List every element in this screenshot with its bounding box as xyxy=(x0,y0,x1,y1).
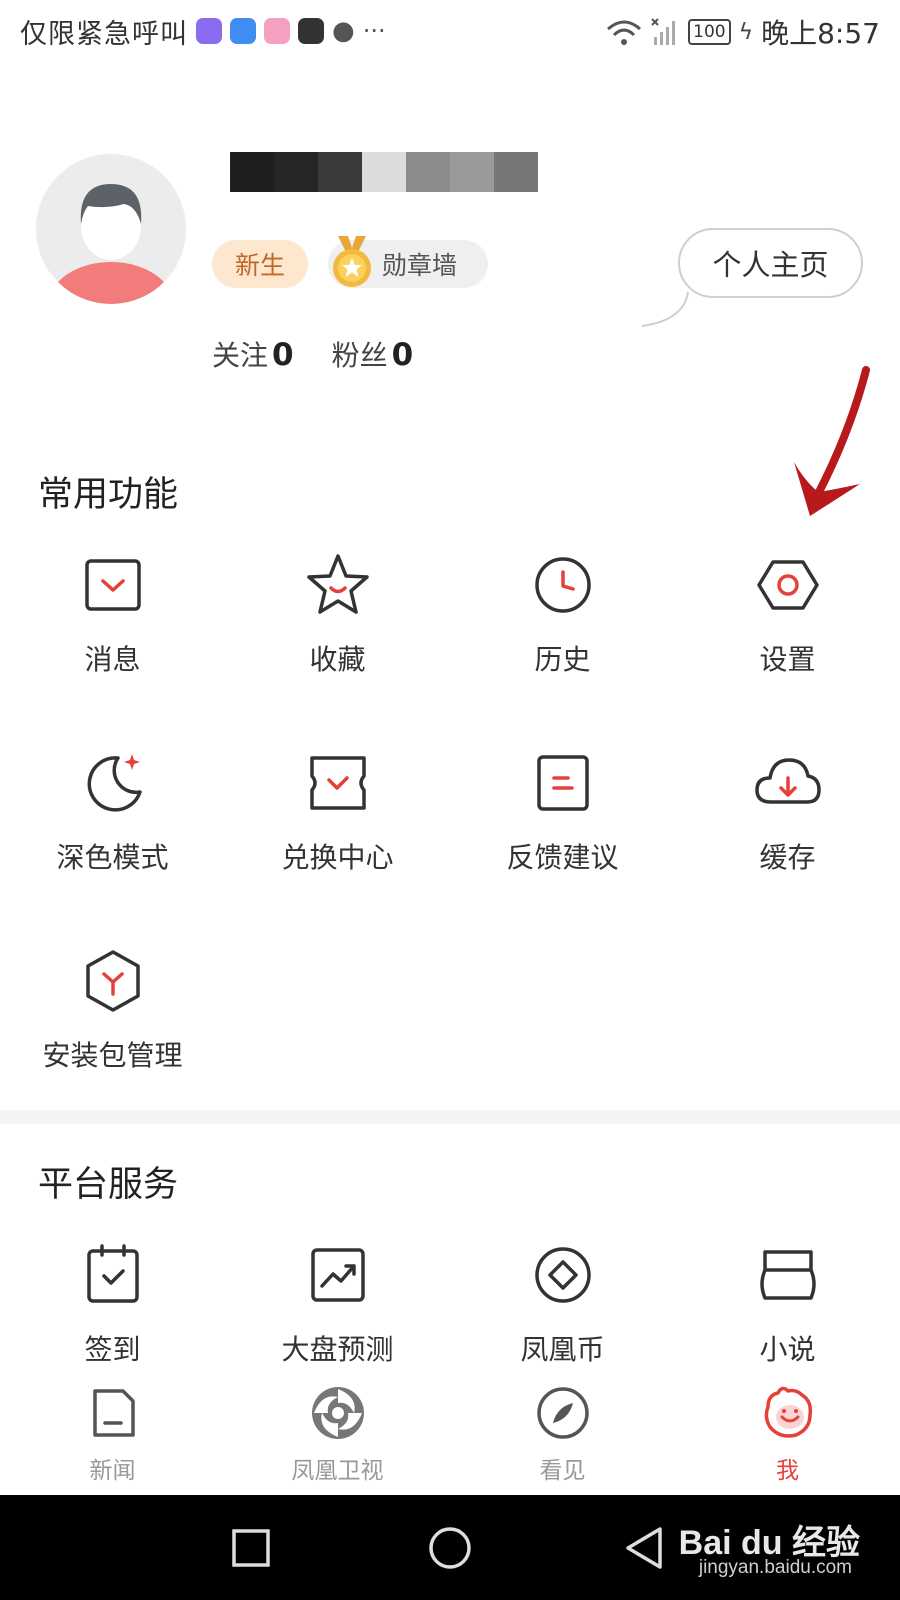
grid-label: 深色模式 xyxy=(56,841,169,874)
medal-wall-button[interactable]: 勋章墙 xyxy=(328,236,488,288)
grid-item-market-forecast[interactable]: 大盘预测 xyxy=(225,1240,450,1368)
section-divider xyxy=(0,1110,900,1124)
nav-tab-news[interactable]: 新闻 xyxy=(0,1383,225,1485)
avatar[interactable] xyxy=(36,154,186,304)
grid-item-cache[interactable]: 缓存 xyxy=(675,748,900,876)
platform-services-title: 平台服务 xyxy=(38,1165,179,1205)
username-redacted xyxy=(230,152,538,192)
system-navigation-bar: Bai du 经验 jingyan.baidu.com xyxy=(0,1495,900,1600)
battery-indicator: 100 xyxy=(688,19,731,45)
red-annotation-arrow xyxy=(794,366,870,516)
watermark-url: jingyan.baidu.com xyxy=(698,1557,852,1578)
charging-icon: ϟ xyxy=(738,19,754,45)
grid-label: 兑换中心 xyxy=(281,841,394,874)
grid-label: 小说 xyxy=(759,1333,816,1366)
grid-label: 签到 xyxy=(84,1333,141,1366)
signal-icon xyxy=(651,18,676,45)
coin-icon xyxy=(534,1247,591,1303)
grid-item-package-manager[interactable]: 安装包管理 xyxy=(0,946,225,1074)
colorful-app-icon xyxy=(264,18,290,44)
nav-tab-discover[interactable]: 看见 xyxy=(450,1383,675,1485)
nav-tab-phoenix-tv[interactable]: 凤凰卫视 xyxy=(225,1383,450,1485)
notification-app-icon xyxy=(196,18,222,44)
medal-icon xyxy=(333,236,371,287)
grid-label: 凤凰币 xyxy=(520,1333,605,1366)
grid-item-novel[interactable]: 小说 xyxy=(675,1240,900,1368)
package-icon xyxy=(85,950,140,1012)
carrier-text: 仅限紧急呼叫 xyxy=(20,18,188,50)
fans-label: 粉丝 xyxy=(331,339,388,372)
clock-icon xyxy=(534,557,591,613)
grid-label: 设置 xyxy=(759,643,816,676)
grid-item-history[interactable]: 历史 xyxy=(450,550,675,678)
status-time: 晚上8:57 xyxy=(761,17,880,50)
news-icon xyxy=(92,1389,135,1437)
grid-item-settings[interactable]: 设置 xyxy=(675,550,900,678)
phoenix-tv-icon xyxy=(311,1387,364,1439)
grid-label: 缓存 xyxy=(759,841,816,874)
grid-item-checkin[interactable]: 签到 xyxy=(0,1240,225,1368)
status-bar: 仅限紧急呼叫 ● ··· 100 ϟ 晚上8:57 xyxy=(0,0,900,62)
more-notifications-icon: ··· xyxy=(362,17,386,45)
grid-label: 反馈建议 xyxy=(506,841,619,874)
home-button[interactable] xyxy=(425,1523,475,1573)
grid-label: 大盘预测 xyxy=(281,1333,394,1366)
recent-apps-button[interactable] xyxy=(226,1523,276,1573)
follow-label: 关注 xyxy=(212,339,269,372)
moon-icon xyxy=(87,754,142,812)
bottom-nav: 新闻 凤凰卫视 看见 我 xyxy=(0,1383,900,1495)
wifi-icon xyxy=(607,20,642,45)
me-icon xyxy=(764,1386,812,1438)
lightbulb-app-icon xyxy=(230,18,256,44)
medal-wall-label: 勋章墙 xyxy=(382,251,458,280)
wechat-icon: ● xyxy=(332,16,355,46)
grid-label: 收藏 xyxy=(309,643,366,676)
grid-label: 历史 xyxy=(534,643,591,676)
grid-item-feedback[interactable]: 反馈建议 xyxy=(450,748,675,876)
fans-stat[interactable]: 粉丝 0 xyxy=(332,334,414,374)
huawei-app-icon xyxy=(298,18,324,44)
grid-label: 安装包管理 xyxy=(42,1039,183,1072)
speech-bubble-tail xyxy=(641,291,689,327)
back-button[interactable] xyxy=(620,1523,670,1573)
nav-label: 看见 xyxy=(539,1458,586,1484)
book-icon xyxy=(759,1250,816,1300)
star-icon xyxy=(306,554,369,614)
feedback-icon xyxy=(536,755,589,811)
grid-item-favorites[interactable]: 收藏 xyxy=(225,550,450,678)
checkin-icon xyxy=(86,1244,139,1303)
profile-stats: 关注 0 粉丝 0 xyxy=(212,334,413,374)
personal-homepage-button[interactable]: 个人主页 xyxy=(678,228,863,298)
grid-item-exchange-center[interactable]: 兑换中心 xyxy=(225,748,450,876)
cloud-download-icon xyxy=(754,758,821,804)
follow-stat[interactable]: 关注 0 xyxy=(212,334,294,374)
hexagon-settings-icon xyxy=(756,560,819,610)
ticket-icon xyxy=(309,756,366,810)
common-functions-title: 常用功能 xyxy=(38,475,179,515)
nav-label: 新闻 xyxy=(89,1458,136,1484)
grid-item-dark-mode[interactable]: 深色模式 xyxy=(0,748,225,876)
nav-tab-me[interactable]: 我 xyxy=(675,1383,900,1485)
grid-item-message[interactable]: 消息 xyxy=(0,550,225,678)
fans-count: 0 xyxy=(391,337,414,373)
new-user-badge[interactable]: 新生 xyxy=(212,240,308,288)
trend-chart-icon xyxy=(310,1248,365,1302)
follow-count: 0 xyxy=(272,337,294,373)
nav-label: 凤凰卫视 xyxy=(291,1458,384,1484)
grid-label: 消息 xyxy=(84,643,141,676)
nav-label: 我 xyxy=(776,1458,799,1484)
compass-icon xyxy=(536,1387,589,1439)
message-icon xyxy=(84,559,141,611)
grid-item-phoenix-coin[interactable]: 凤凰币 xyxy=(450,1240,675,1368)
